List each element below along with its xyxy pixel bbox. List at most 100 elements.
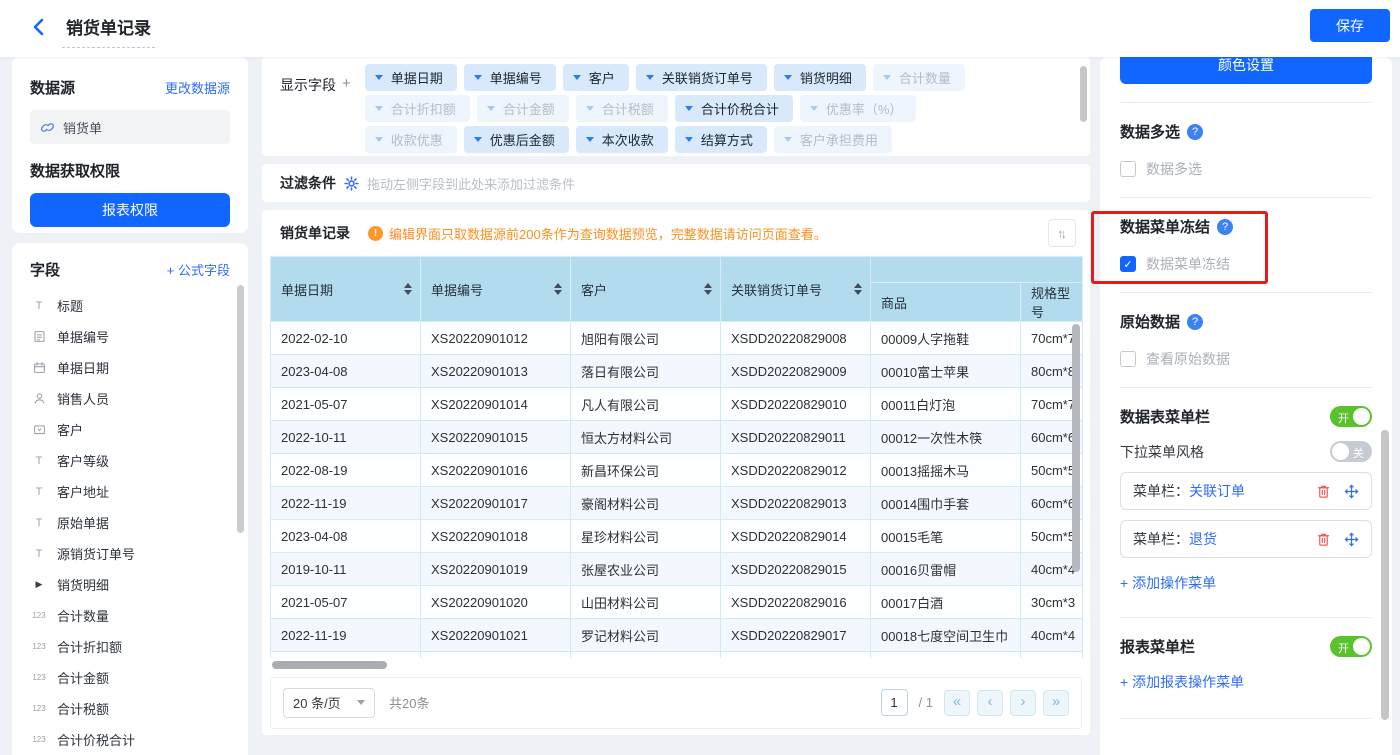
- display-field-chip-结算方式[interactable]: 结算方式: [675, 126, 767, 153]
- field-item-原始单据[interactable]: T原始单据: [30, 507, 230, 538]
- display-field-chip-合计税额[interactable]: 合计税额: [576, 95, 668, 122]
- detail-group-header: [871, 257, 1083, 283]
- display-field-chip-合计价税合计[interactable]: 合计价税合计: [675, 95, 793, 122]
- field-item-客户[interactable]: 客户: [30, 414, 230, 445]
- dropdown-style-toggle[interactable]: 关: [1330, 441, 1372, 462]
- gear-icon[interactable]: [344, 176, 359, 191]
- report-menubar-toggle[interactable]: 开: [1330, 636, 1372, 657]
- top-bar: 销货单记录 保存: [0, 0, 1400, 57]
- add-action-menu-link[interactable]: + 添加操作菜单: [1120, 573, 1372, 593]
- field-item-销货明细[interactable]: ▶销货明细: [30, 569, 230, 600]
- trash-icon[interactable]: [1316, 484, 1331, 499]
- table-cell: [571, 652, 721, 658]
- field-item-标题[interactable]: T标题: [30, 290, 230, 321]
- field-item-客户地址[interactable]: T客户地址: [30, 476, 230, 507]
- trash-icon[interactable]: [1316, 532, 1331, 547]
- column-header-客户[interactable]: 客户: [571, 257, 721, 322]
- save-button[interactable]: 保存: [1310, 9, 1390, 42]
- field-item-label: 客户等级: [57, 451, 109, 470]
- display-field-chip-合计数量[interactable]: 合计数量: [873, 64, 965, 91]
- chip-label: 合计金额: [503, 99, 555, 118]
- table-cell: XSDD20220829011: [721, 421, 871, 454]
- change-datasource-link[interactable]: 更改数据源: [165, 78, 230, 97]
- chip-label: 合计折扣额: [391, 99, 456, 118]
- field-item-合计数量[interactable]: 123合计数量: [30, 600, 230, 631]
- add-formula-field-link[interactable]: + 公式字段: [167, 260, 230, 279]
- sort-icon[interactable]: [704, 283, 712, 295]
- checkbox-checked[interactable]: ✓: [1120, 256, 1136, 272]
- table-cell: XS20220901014: [421, 388, 571, 421]
- fields-scrollbar[interactable]: [237, 285, 244, 533]
- display-field-chip-合计金额[interactable]: 合计金额: [477, 95, 569, 122]
- column-header-关联销货订单号[interactable]: 关联销货订单号: [721, 257, 871, 322]
- checkbox-unchecked[interactable]: [1120, 161, 1136, 177]
- menubar-item-name[interactable]: 关联订单: [1189, 481, 1245, 501]
- field-item-合计税额[interactable]: 123合计税额: [30, 693, 230, 724]
- datasource-item[interactable]: 销货单: [30, 110, 230, 144]
- field-item-合计金额[interactable]: 123合计金额: [30, 662, 230, 693]
- field-item-合计折扣额[interactable]: 123合计折扣额: [30, 631, 230, 662]
- field-item-客户等级[interactable]: T客户等级: [30, 445, 230, 476]
- display-field-chip-优惠后金额[interactable]: 优惠后金额: [464, 126, 569, 153]
- table-cell: XS20220901017: [421, 487, 571, 520]
- number-icon: 123: [30, 735, 48, 744]
- move-icon[interactable]: [1344, 484, 1359, 499]
- checkbox-unchecked[interactable]: [1120, 351, 1136, 367]
- page-size-select[interactable]: 20 条/页: [283, 688, 375, 718]
- field-item-单据日期[interactable]: 单据日期: [30, 352, 230, 383]
- field-item-合计价税合计[interactable]: 123合计价税合计: [30, 724, 230, 755]
- raw-data-checkbox-row[interactable]: 查看原始数据: [1120, 349, 1372, 369]
- preview-title: 销货单记录: [280, 223, 350, 243]
- table-cell: 凡人有限公司: [571, 388, 721, 421]
- display-field-chip-优惠率（%）[interactable]: 优惠率（%）: [800, 95, 917, 122]
- title-icon: T: [30, 300, 48, 312]
- sort-icon[interactable]: [404, 283, 412, 295]
- last-page-icon[interactable]: »: [1043, 690, 1069, 716]
- first-page-icon[interactable]: «: [944, 690, 970, 716]
- report-permission-button[interactable]: 报表权限: [30, 193, 230, 227]
- help-icon[interactable]: ?: [1217, 219, 1233, 235]
- display-field-chip-销货明细[interactable]: 销货明细: [774, 64, 866, 91]
- sort-icon[interactable]: [554, 283, 562, 295]
- color-settings-button[interactable]: 颜色设置: [1120, 57, 1372, 84]
- display-field-chip-关联销货订单号[interactable]: 关联销货订单号: [636, 64, 767, 91]
- current-page-input[interactable]: 1: [881, 689, 908, 716]
- display-field-chip-合计折扣额[interactable]: 合计折扣额: [365, 95, 470, 122]
- chips-scrollbar[interactable]: [1080, 66, 1087, 122]
- field-item-源销货订单号[interactable]: T源销货订单号: [30, 538, 230, 569]
- table-menubar-toggle[interactable]: 开: [1330, 406, 1372, 427]
- field-item-销售人员[interactable]: 销售人员: [30, 383, 230, 414]
- add-display-field-button[interactable]: +: [342, 75, 351, 149]
- display-field-chip-单据日期[interactable]: 单据日期: [365, 64, 457, 91]
- chevron-down-icon: [586, 137, 594, 142]
- add-report-action-menu-link[interactable]: + 添加报表操作菜单: [1120, 672, 1372, 692]
- chevron-down-icon: [784, 137, 792, 142]
- multi-select-checkbox-row[interactable]: 数据多选: [1120, 159, 1372, 179]
- menubar-item-name[interactable]: 退货: [1189, 529, 1217, 549]
- display-field-chip-客户承担费用[interactable]: 客户承担费用: [774, 126, 892, 153]
- display-field-chip-客户[interactable]: 客户: [563, 64, 629, 91]
- table-cell: XSDD20220829016: [721, 586, 871, 619]
- settings-scrollbar[interactable]: [1381, 430, 1389, 720]
- column-header-单据日期[interactable]: 单据日期: [271, 257, 421, 322]
- column-header-单据编号[interactable]: 单据编号: [421, 257, 571, 322]
- display-field-chip-收款优惠[interactable]: 收款优惠: [365, 126, 457, 153]
- dropdown-style-label: 下拉菜单风格: [1120, 442, 1204, 462]
- field-item-单据编号[interactable]: 单据编号: [30, 321, 230, 352]
- table-hscrollbar[interactable]: [272, 661, 1080, 669]
- next-page-icon[interactable]: ›: [1010, 690, 1036, 716]
- help-icon[interactable]: ?: [1187, 314, 1203, 330]
- subcolumn-header-商品[interactable]: 商品: [871, 283, 1021, 322]
- back-icon[interactable]: [28, 16, 50, 38]
- help-icon[interactable]: ?: [1187, 124, 1203, 140]
- sort-icon[interactable]: [854, 283, 862, 295]
- sort-order-button[interactable]: ↑↓: [1048, 219, 1076, 247]
- subcolumn-header-规格型号[interactable]: 规格型号: [1021, 283, 1083, 322]
- display-field-chip-单据编号[interactable]: 单据编号: [464, 64, 556, 91]
- move-icon[interactable]: [1344, 532, 1359, 547]
- chip-row: 收款优惠优惠后金额本次收款结算方式客户承担费用: [365, 126, 965, 153]
- menu-freeze-checkbox-row[interactable]: ✓ 数据菜单冻结: [1120, 254, 1372, 274]
- display-field-chip-本次收款[interactable]: 本次收款: [576, 126, 668, 153]
- prev-page-icon[interactable]: ‹: [977, 690, 1003, 716]
- table-vscrollbar[interactable]: [1072, 324, 1080, 572]
